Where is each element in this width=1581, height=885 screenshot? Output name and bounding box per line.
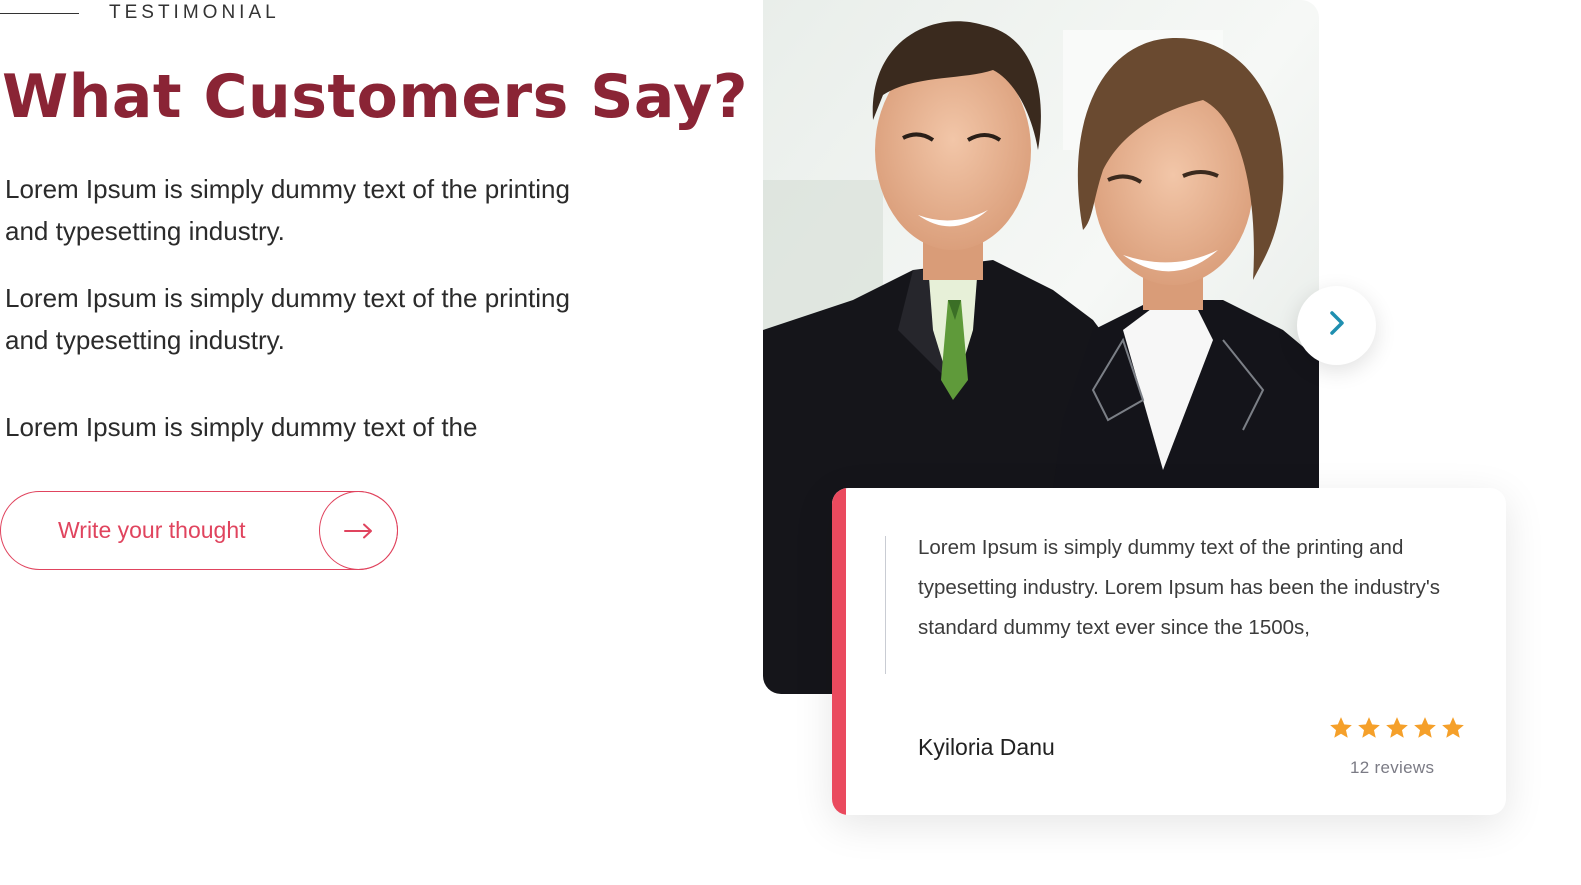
star-icon (1384, 715, 1410, 746)
reviews-count: 12 reviews (1350, 758, 1435, 777)
card-accent-bar (832, 488, 846, 815)
arrow-right-icon (319, 491, 398, 570)
intro-paragraph-1: Lorem Ipsum is simply dummy text of the … (5, 174, 570, 246)
star-icon (1440, 715, 1466, 746)
chevron-right-icon (1327, 310, 1347, 341)
testimonial-card: Lorem Ipsum is simply dummy text of the … (832, 488, 1506, 815)
star-icon (1328, 715, 1354, 746)
section-eyebrow: TESTIMONIAL (0, 0, 280, 26)
star-icon (1356, 715, 1382, 746)
rating-stars (1328, 715, 1466, 746)
section-title: What Customers Say? (2, 62, 748, 132)
star-icon (1412, 715, 1438, 746)
eyebrow-label: TESTIMONIAL (109, 2, 280, 23)
intro-paragraph-3: Lorem Ipsum is simply dummy text of the (5, 412, 478, 442)
quote-divider (885, 536, 886, 674)
next-testimonial-button[interactable] (1297, 286, 1376, 365)
testimonial-quote: Lorem Ipsum is simply dummy text of the … (918, 536, 1440, 639)
intro-paragraph-2: Lorem Ipsum is simply dummy text of the … (5, 283, 570, 355)
eyebrow-divider (0, 12, 79, 14)
write-your-thought-button[interactable]: Write your thought (0, 491, 398, 570)
cta-label: Write your thought (58, 517, 246, 543)
reviewer-name: Kyiloria Danu (918, 734, 1055, 760)
